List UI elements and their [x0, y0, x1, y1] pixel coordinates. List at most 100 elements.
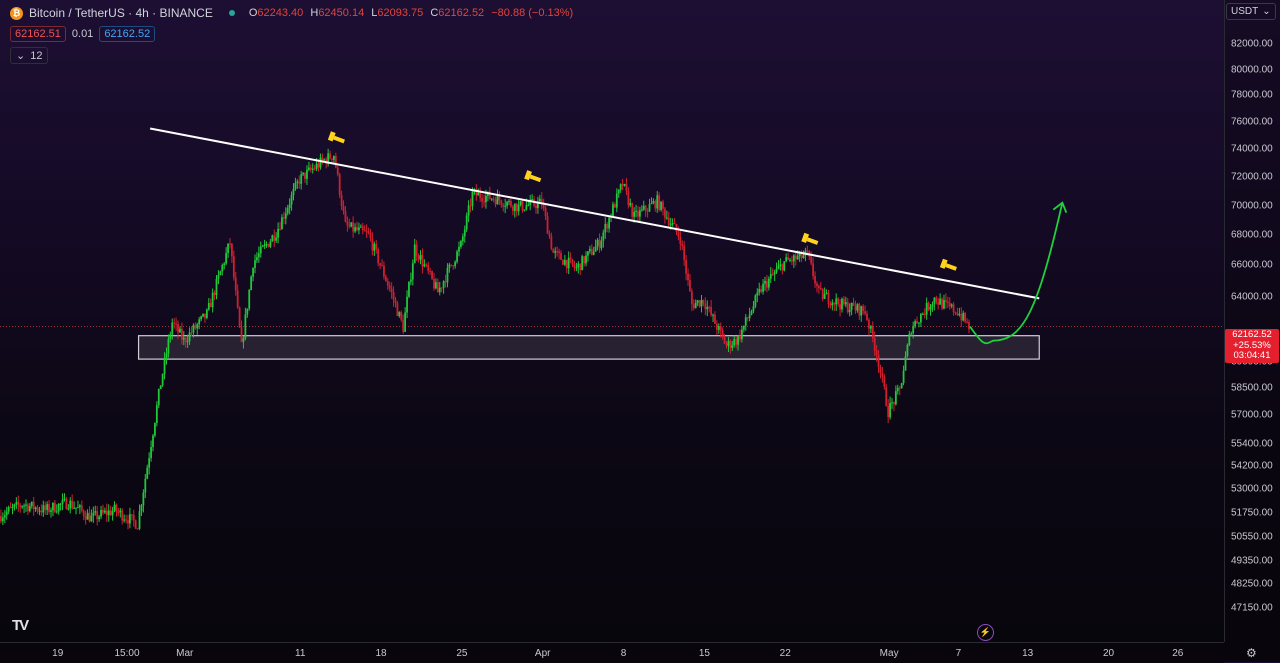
candle-body: [309, 167, 312, 170]
candle-body: [315, 163, 318, 169]
flag-marker-icon: [939, 258, 957, 271]
gear-icon[interactable]: ⚙: [1246, 646, 1257, 660]
candle-body: [300, 174, 303, 184]
candle-body: [354, 227, 356, 232]
candle-body: [550, 236, 553, 249]
candle-body: [75, 507, 77, 509]
candle-body: [144, 478, 147, 493]
candle-body: [167, 339, 170, 354]
candle-body: [952, 304, 955, 313]
candle-body: [511, 206, 514, 211]
candle-body: [544, 208, 547, 217]
candle-body: [929, 306, 932, 310]
candle-body: [562, 259, 564, 265]
price-tick-label: 49350.00: [1231, 555, 1273, 567]
price-tick-label: 80000.00: [1231, 64, 1273, 76]
candle-body: [748, 314, 751, 319]
lightning-icon[interactable]: ⚡: [977, 624, 994, 641]
candle-body: [369, 232, 372, 239]
candle-body: [53, 502, 56, 513]
price-tick-label: 54200.00: [1231, 460, 1273, 472]
candle-body: [923, 313, 926, 315]
candle-body: [715, 323, 718, 330]
candle-body: [627, 190, 630, 206]
candle-body: [902, 370, 905, 383]
candle-body: [296, 181, 299, 183]
candle-body: [737, 335, 739, 345]
candle-body: [307, 167, 310, 170]
candle-body: [877, 355, 880, 368]
candle-body: [644, 205, 647, 211]
bitcoin-icon: ₿: [10, 6, 23, 20]
currency-selector[interactable]: USDT ⌄: [1226, 3, 1276, 20]
candle-body: [844, 302, 847, 305]
symbol-title[interactable]: Bitcoin / TetherUS · 4h · BINANCE: [29, 6, 213, 20]
candle-body: [231, 243, 233, 257]
candle-body: [779, 264, 782, 266]
candle-body: [261, 246, 264, 248]
candle-body: [504, 205, 507, 207]
candle-body: [746, 317, 749, 319]
candle-body: [244, 314, 247, 339]
candle-body: [467, 205, 470, 216]
tradingview-logo-icon[interactable]: TV: [12, 617, 29, 634]
candle-body: [744, 317, 747, 326]
candle-body: [817, 285, 820, 289]
candle-body: [223, 263, 226, 266]
indicators-toggle[interactable]: ⌄ 12: [10, 47, 49, 64]
candle-body: [710, 307, 713, 316]
candle-body: [471, 191, 474, 206]
candle-body: [461, 236, 464, 242]
candle-body: [234, 277, 237, 291]
candle-body: [319, 157, 322, 168]
candle-body: [742, 325, 745, 330]
buy-button[interactable]: 62162.52: [99, 26, 156, 42]
sell-button[interactable]: 62162.51: [10, 26, 66, 42]
price-axis[interactable]: 82000.00 80000.00 78000.00 76000.00 74000.00…: [1224, 0, 1280, 642]
candle-body: [792, 255, 795, 262]
candle-body: [613, 204, 616, 208]
candle-body: [554, 251, 557, 253]
candle-body: [777, 265, 780, 269]
candle-body: [48, 504, 50, 512]
candle-body: [885, 386, 888, 407]
candle-body: [460, 241, 462, 247]
candle-body: [946, 301, 949, 304]
price-tick-label: 66000.00: [1231, 259, 1273, 271]
time-tick-label: Mar: [176, 648, 194, 659]
candle-body: [856, 304, 859, 311]
candle-body: [852, 302, 855, 306]
candle-body: [590, 248, 593, 255]
candle-body: [860, 306, 863, 316]
candle-body: [77, 507, 79, 509]
candle-body: [656, 195, 659, 209]
candle-body: [879, 367, 882, 373]
candle-body: [78, 505, 81, 508]
candle-body: [812, 263, 815, 276]
candle-body: [458, 246, 460, 252]
price-tick-label: 48250.00: [1231, 578, 1273, 590]
candle-body: [689, 280, 691, 292]
candle-body: [46, 504, 49, 510]
price-tick-label: 72000.00: [1231, 171, 1273, 183]
candle-body: [900, 382, 903, 389]
candle-body: [673, 223, 676, 225]
support-zone[interactable]: [137, 335, 1040, 360]
candle-body: [134, 520, 137, 529]
candle-body: [527, 204, 530, 206]
projected-path[interactable]: [969, 202, 1064, 345]
candle-body: [438, 287, 441, 293]
candle-body: [302, 172, 305, 175]
candle-body: [708, 307, 711, 309]
candle-body: [21, 506, 24, 508]
candle-body: [914, 321, 917, 327]
candle-body: [623, 184, 626, 186]
price-chart[interactable]: [0, 0, 1224, 642]
time-axis[interactable]: 19 15:00 Mar 11 18 25 Apr 8 15 22 May 7 13 20 26: [0, 642, 1224, 663]
candle-body: [783, 261, 786, 271]
candle-body: [696, 300, 699, 303]
candle-body: [154, 422, 156, 436]
candle-body: [225, 252, 228, 264]
candle-body: [823, 294, 826, 299]
candle-body: [889, 403, 891, 418]
